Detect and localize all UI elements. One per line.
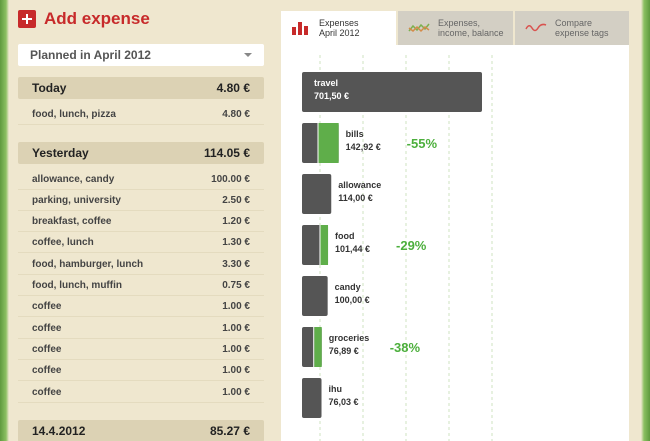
bar-comparison: [314, 327, 322, 367]
expense-amount: 100.00 €: [211, 173, 250, 185]
day-title: Today: [32, 81, 67, 95]
expense-row[interactable]: coffee 1.00 €: [18, 339, 264, 360]
wave-chart-icon: [525, 23, 547, 32]
expense-bar-chart: travel 701,50 € bills 142,92 € -55% allowance…: [302, 55, 493, 441]
category-label: food: [335, 231, 355, 241]
planned-select[interactable]: Planned in April 2012: [18, 44, 264, 66]
value-label: 114,00 €: [338, 193, 373, 203]
value-label: 100,00 €: [335, 295, 370, 305]
category-label: travel: [314, 78, 338, 88]
category-label: groceries: [329, 333, 370, 343]
expense-row[interactable]: food, hamburger, lunch 3.30 €: [18, 254, 264, 275]
expense-amount: 1.00 €: [222, 343, 250, 355]
value-label: 76,89 €: [329, 346, 359, 356]
tab-line-1: Compare: [555, 18, 593, 28]
day-title: 14.4.2012: [32, 424, 86, 438]
expense-row[interactable]: coffee 1.00 €: [18, 318, 264, 339]
expense-name: coffee: [32, 322, 62, 334]
tab-line-1: Expenses,: [438, 18, 481, 28]
value-label: 101,44 €: [335, 244, 370, 254]
tab-compare-tags[interactable]: Compare expense tags: [515, 11, 629, 45]
expense-amount: 1.00 €: [222, 364, 250, 376]
value-label: 142,92 €: [346, 142, 381, 152]
add-expense-button[interactable]: Add expense: [18, 9, 150, 29]
expense-name: food, lunch, muffin: [32, 279, 122, 291]
expense-amount: 2.50 €: [222, 194, 250, 206]
day-header-date: 14.4.2012 85.27 €: [18, 420, 264, 441]
expense-name: coffee: [32, 386, 62, 398]
day-title: Yesterday: [32, 146, 89, 160]
expense-name: parking, university: [32, 194, 121, 206]
expense-row[interactable]: food, lunch, pizza 4.80 €: [18, 104, 264, 125]
expense-amount: 1.00 €: [222, 386, 250, 398]
plus-icon: [18, 10, 36, 28]
day-total: 85.27 €: [209, 424, 250, 438]
bar-comparison: [320, 225, 329, 265]
expense-row[interactable]: coffee 1.00 €: [18, 382, 264, 403]
expense-amount: 1.20 €: [222, 215, 250, 227]
bar[interactable]: [302, 276, 328, 316]
expense-name: coffee: [32, 300, 62, 312]
category-label: allowance: [338, 180, 381, 190]
value-label: 701,50 €: [314, 91, 349, 101]
tab-line-2: income, balance: [438, 28, 504, 38]
expense-amount: 1.30 €: [222, 236, 250, 248]
day-header-today: Today 4.80 €: [18, 77, 264, 99]
expense-name: food, hamburger, lunch: [32, 258, 144, 270]
expense-amount: 0.75 €: [222, 279, 250, 291]
bar-divider: [319, 225, 321, 265]
expense-amount: 1.00 €: [222, 322, 250, 334]
expense-name: breakfast, coffee: [32, 215, 112, 227]
tab-line-2: April 2012: [319, 28, 360, 38]
expense-name: food, lunch, pizza: [32, 108, 116, 120]
bar-divider: [317, 123, 319, 163]
category-label: bills: [346, 129, 364, 139]
expense-name: allowance, candy: [32, 173, 115, 185]
expense-row[interactable]: coffee 1.00 €: [18, 360, 264, 381]
expense-amount: 1.00 €: [222, 300, 250, 312]
expense-row[interactable]: coffee, lunch 1.30 €: [18, 232, 264, 253]
day-header-yesterday: Yesterday 114.05 €: [18, 142, 264, 164]
chart-panel: travel 701,50 € bills 142,92 € -55% allowance…: [281, 45, 629, 441]
tab-line-2: expense tags: [555, 28, 609, 38]
expense-name: coffee, lunch: [32, 236, 94, 248]
bar-chart-icon: [292, 22, 308, 35]
change-label: -38%: [390, 340, 421, 355]
bar-comparison: [318, 123, 339, 163]
expense-name: coffee: [32, 364, 62, 376]
chevron-down-icon: [244, 53, 252, 57]
planned-select-label: Planned in April 2012: [30, 48, 151, 62]
expense-row[interactable]: food, lunch, muffin 0.75 €: [18, 275, 264, 296]
expense-name: coffee: [32, 343, 62, 355]
tab-income-balance[interactable]: Expenses, income, balance: [398, 11, 513, 45]
value-label: 76,03 €: [329, 397, 359, 407]
add-expense-label: Add expense: [44, 9, 150, 28]
tab-line-1: Expenses: [319, 18, 359, 28]
app: Add expense Planned in April 2012 Today …: [0, 0, 650, 441]
expense-amount: 3.30 €: [222, 258, 250, 270]
bar[interactable]: [302, 378, 322, 418]
line-chart-icon: [408, 23, 430, 33]
change-label: -55%: [407, 136, 438, 151]
category-label: ihu: [329, 384, 343, 394]
bar[interactable]: [302, 174, 332, 214]
category-label: candy: [335, 282, 361, 292]
expense-row[interactable]: breakfast, coffee 1.20 €: [18, 211, 264, 232]
day-total: 4.80 €: [216, 81, 250, 95]
expense-row[interactable]: parking, university 2.50 €: [18, 190, 264, 211]
expense-row[interactable]: coffee 1.00 €: [18, 296, 264, 317]
tab-expenses-month[interactable]: Expenses April 2012: [281, 11, 396, 45]
day-total: 114.05 €: [203, 146, 250, 160]
expense-row[interactable]: allowance, candy 100.00 €: [18, 169, 264, 190]
expense-amount: 4.80 €: [222, 108, 250, 120]
change-label: -29%: [396, 238, 427, 253]
bar-divider: [313, 327, 315, 367]
